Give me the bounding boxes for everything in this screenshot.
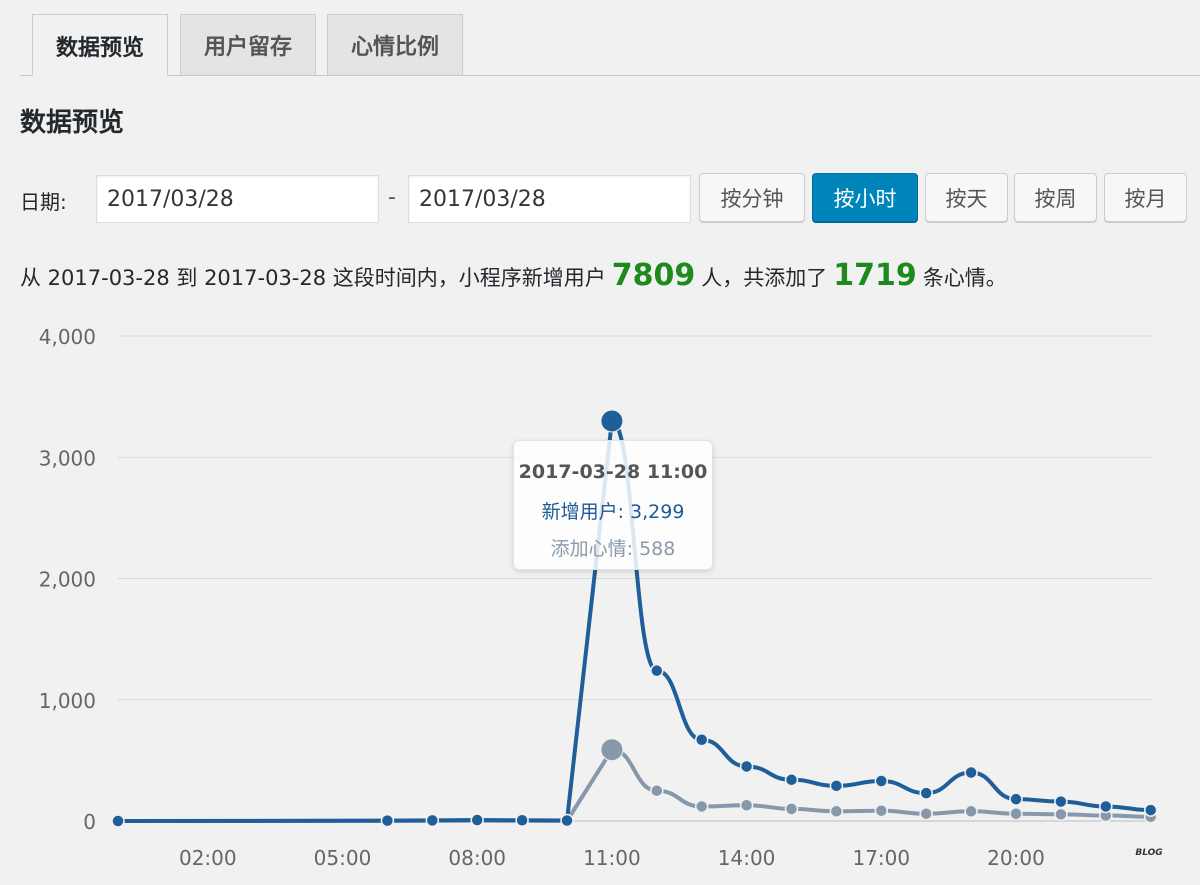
chart-tooltip: 2017-03-28 11:00 新增用户: 3,299 添加心情: 588 — [513, 440, 713, 570]
data-point — [919, 806, 933, 821]
data-point — [1099, 799, 1113, 814]
y-tick-label: 0 — [83, 810, 96, 834]
data-point — [829, 779, 844, 793]
data-point — [650, 663, 664, 678]
data-point — [964, 804, 978, 819]
summary-text: 从 2017-03-28 到 2017-03-28 这段时间内，小程序新增用户 7… — [20, 258, 1007, 293]
by-minute-button[interactable]: 按分钟 — [699, 173, 805, 222]
y-tick-label: 1,000 — [39, 689, 96, 713]
data-point — [600, 738, 624, 762]
x-tick-label: 17:00 — [852, 846, 910, 870]
data-point — [694, 799, 709, 814]
tab-user-retention[interactable]: 用户留存 — [180, 14, 316, 75]
data-point — [694, 733, 709, 747]
y-tick-label: 3,000 — [39, 446, 96, 470]
page-title: 数据预览 — [20, 108, 125, 138]
summary-prefix: 从 2017-03-28 到 2017-03-28 这段时间内，小程序新增用户 — [20, 266, 606, 290]
date-label: 日期: — [20, 190, 67, 214]
by-week-button[interactable]: 按周 — [1014, 173, 1097, 222]
line-chart: 0 1,000 2,000 3,000 4,000 02:00 05:00 08:00 11:0… — [39, 325, 1158, 870]
data-point — [1009, 792, 1023, 806]
tab-label: 用户留存 — [203, 35, 292, 60]
data-point — [784, 802, 799, 816]
tab-bar: 数据预览 用户留存 心情比例 — [20, 14, 1200, 76]
x-tick-label: 08:00 — [448, 846, 506, 870]
moods-count: 1719 — [833, 258, 917, 293]
tab-label: 心情比例 — [350, 35, 439, 60]
x-tick-label: 05:00 — [314, 846, 372, 870]
x-tick-label: 20:00 — [987, 846, 1045, 870]
by-month-button[interactable]: 按月 — [1104, 173, 1187, 222]
watermark-text: BLOG — [1135, 848, 1163, 858]
data-point — [829, 804, 844, 819]
data-point — [380, 813, 395, 828]
watermark-logo: BLOG — [1118, 847, 1180, 875]
y-tick-label: 2,000 — [39, 568, 96, 592]
data-point — [1009, 806, 1023, 821]
date-separator: - — [388, 185, 396, 210]
data-point — [600, 409, 624, 433]
start-date-input[interactable] — [96, 175, 379, 223]
summary-middle: 人，共添加了 — [701, 266, 828, 290]
y-tick-label: 4,000 — [39, 325, 96, 349]
data-point — [874, 774, 889, 788]
data-point — [964, 765, 978, 780]
tooltip-new-users: 新增用户: 3,299 — [541, 501, 685, 523]
data-point — [425, 813, 440, 828]
by-day-button[interactable]: 按天 — [925, 173, 1008, 222]
summary-suffix: 条心情。 — [922, 266, 1007, 290]
end-date-input[interactable] — [408, 175, 691, 223]
data-point — [1054, 794, 1068, 809]
data-point — [874, 803, 889, 818]
data-point — [1054, 807, 1068, 822]
data-point — [560, 813, 574, 828]
data-point — [111, 814, 125, 828]
tab-mood-ratio[interactable]: 心情比例 — [327, 14, 463, 75]
data-point — [515, 813, 529, 828]
new-users-count: 7809 — [611, 258, 696, 293]
data-point — [919, 786, 933, 800]
x-tick-label: 14:00 — [718, 846, 776, 870]
tooltip-moods: 添加心情: 588 — [550, 538, 676, 560]
data-point — [650, 783, 664, 798]
data-point — [1143, 803, 1158, 817]
data-point — [739, 798, 754, 812]
by-hour-button[interactable]: 按小时 — [812, 173, 918, 222]
data-point — [470, 813, 484, 827]
tooltip-title: 2017-03-28 11:00 — [518, 461, 708, 483]
tab-data-overview[interactable]: 数据预览 — [32, 14, 168, 76]
data-point — [784, 773, 799, 787]
series-line-moods — [117, 747, 1151, 823]
data-point — [739, 759, 754, 774]
x-tick-label: 11:00 — [583, 846, 641, 870]
tab-label: 数据预览 — [55, 35, 144, 61]
x-tick-label: 02:00 — [179, 846, 237, 870]
